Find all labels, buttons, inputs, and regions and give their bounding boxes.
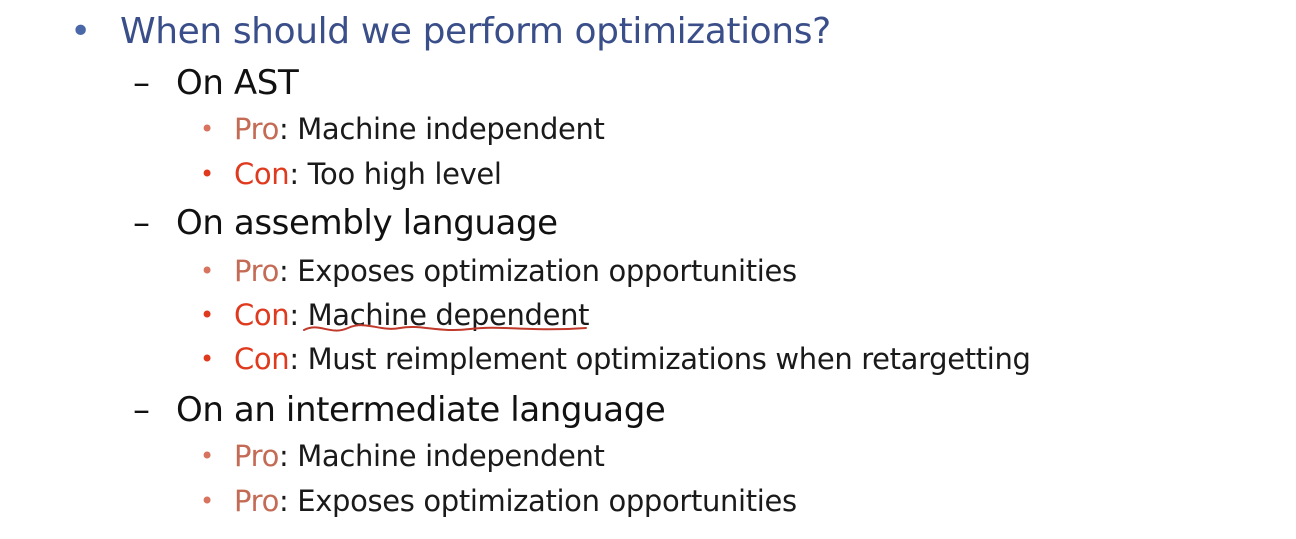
item-text: : Exposes optimization opportunities	[278, 254, 797, 288]
item-text: : Machine independent	[278, 439, 605, 473]
pro-tag: Pro	[234, 484, 279, 518]
section-title-text: On an intermediate language	[176, 390, 666, 430]
item-text: : Too high level	[289, 157, 502, 191]
section-dash: –	[133, 390, 150, 430]
pro-tag: Pro	[234, 254, 279, 288]
section-title-text: On assembly language	[176, 203, 558, 243]
section-dash: –	[133, 203, 150, 243]
slide: • When should we perform optimizations? …	[0, 0, 1296, 539]
con-tag: Con	[234, 342, 290, 376]
con-tag: Con	[234, 298, 290, 332]
section-title-text: On AST	[176, 63, 299, 103]
sub-bullet: •	[200, 487, 215, 515]
item-text: : Machine independent	[278, 112, 605, 146]
sub-bullet: •	[200, 257, 215, 285]
pro-tag: Pro	[234, 439, 279, 473]
pro-tag: Pro	[234, 112, 279, 146]
section-dash: –	[133, 63, 150, 103]
item-text: : Must reimplement optimizations when re…	[289, 342, 1031, 376]
con-tag: Con	[234, 157, 290, 191]
sub-bullet: •	[200, 115, 215, 143]
handwritten-underline-annotation	[303, 324, 587, 332]
heading-text: When should we perform optimizations?	[120, 11, 831, 52]
heading-bullet: •	[70, 11, 92, 52]
sub-bullet: •	[200, 442, 215, 470]
sub-bullet: •	[200, 345, 215, 373]
sub-bullet: •	[200, 160, 215, 188]
item-text: : Exposes optimization opportunities	[278, 484, 797, 518]
sub-bullet: •	[200, 301, 215, 329]
